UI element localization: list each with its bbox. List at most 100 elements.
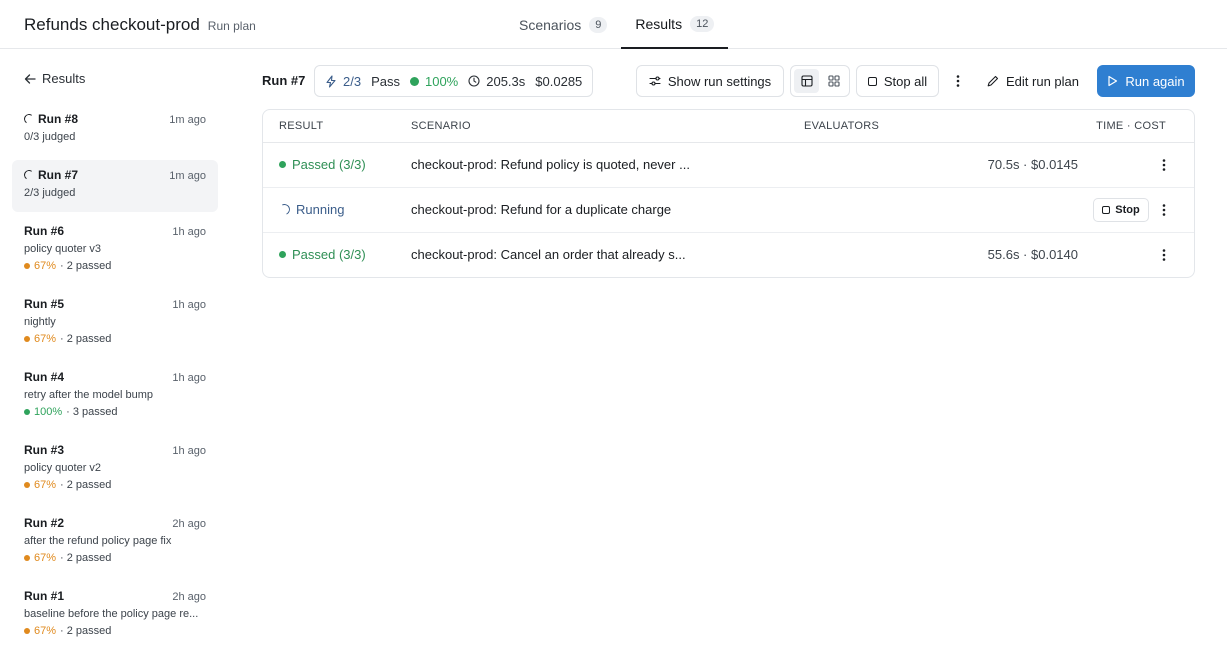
table-row[interactable]: Passed (3/3) checkout-prod: Refund polic…	[263, 143, 1194, 188]
run-toolbar: Run #7 2/3 Pass 100% 205.3s $0.0285 Show…	[262, 65, 1196, 97]
row-stop-button[interactable]: Stop	[1093, 198, 1149, 222]
run-time: 2h ago	[172, 591, 206, 603]
stop-all-button[interactable]: Stop all	[856, 65, 939, 97]
run-list: Run #8 1m ago 0/3 judged Run #7 1m ago 2…	[12, 104, 218, 654]
top-bar: Refunds checkout-prod Run plan Scenarios…	[0, 0, 1227, 49]
sliders-icon	[649, 76, 661, 86]
table-icon	[800, 75, 813, 87]
run-description: nightly	[24, 316, 56, 328]
run-item-4[interactable]: Run #4 1h ago retry after the model bump…	[12, 362, 218, 435]
run-stat: 100% · 3 passed	[24, 406, 206, 418]
run-passed-count: · 3 passed	[66, 406, 118, 418]
page-subtitle: Run plan	[207, 19, 256, 33]
clock-icon	[468, 75, 480, 87]
page-title: Refunds checkout-prod	[24, 15, 200, 34]
table-row[interactable]: Passed (3/3) checkout-prod: Cancel an or…	[263, 233, 1194, 277]
run-item-3[interactable]: Run #3 1h ago policy quoter v2 67% · 2 pa…	[12, 435, 218, 508]
kebab-icon	[1162, 249, 1166, 261]
more-options-button[interactable]	[950, 73, 966, 89]
run-cost: $0.0285	[535, 73, 583, 89]
header-evaluators: EVALUATORS	[804, 120, 880, 132]
time-cost: 70.5s · $0.0145	[987, 157, 1078, 172]
edit-run-plan-button[interactable]: Edit run plan	[978, 65, 1088, 97]
title-group: Refunds checkout-prod Run plan	[24, 15, 256, 35]
run-passed-count: · 2 passed	[60, 625, 112, 637]
run-stat: 67% · 2 passed	[24, 625, 206, 637]
kebab-icon	[956, 75, 960, 87]
pass-label: Pass	[371, 73, 400, 89]
tab-results[interactable]: Results 12	[621, 0, 729, 49]
tab-results-label: Results	[635, 15, 683, 32]
stop-square-icon	[1102, 206, 1111, 214]
run-description: policy quoter v2	[24, 462, 102, 474]
scenario-name: checkout-prod: Cancel an order that alre…	[411, 247, 686, 262]
show-run-settings-button[interactable]: Show run settings	[636, 65, 784, 97]
run-item-1[interactable]: Run #1 2h ago baseline before the policy…	[12, 581, 218, 654]
run-stat: 67% · 2 passed	[24, 260, 206, 272]
result-cell: Running	[277, 202, 344, 217]
row-more-button[interactable]	[1156, 246, 1172, 264]
run-stat: 67% · 2 passed	[24, 552, 206, 564]
header-scenario: SCENARIO	[411, 120, 471, 132]
run-stat: 67% · 2 passed	[24, 479, 206, 491]
run-again-label: Run again	[1125, 73, 1185, 89]
back-to-results-link[interactable]: Results	[24, 71, 85, 86]
bolt-icon	[326, 74, 336, 88]
run-judged: 2/3 judged	[24, 187, 76, 199]
stop-square-icon	[867, 76, 877, 86]
passed-dot-icon	[279, 251, 286, 258]
table-view-button[interactable]	[794, 69, 819, 93]
run-stat: 67% · 2 passed	[24, 333, 206, 345]
loading-spinner-icon	[277, 202, 292, 217]
loading-spinner-icon	[23, 169, 35, 181]
run-item-6[interactable]: Run #6 1h ago policy quoter v3 67% · 2 pa…	[12, 216, 218, 289]
run-item-5[interactable]: Run #5 1h ago nightly 67% · 2 passed	[12, 289, 218, 362]
run-passed-count: · 2 passed	[60, 552, 112, 564]
stop-all-label: Stop all	[883, 73, 928, 89]
tab-scenarios[interactable]: Scenarios 9	[505, 0, 621, 49]
back-label: Results	[42, 71, 86, 86]
status-dot-icon	[24, 482, 30, 488]
tab-scenarios-count: 9	[589, 16, 608, 33]
run-pass-pct: 67%	[34, 260, 57, 272]
scenario-name: checkout-prod: Refund for a duplicate ch…	[411, 202, 672, 217]
time-cost: 55.6s · $0.0140	[987, 247, 1078, 262]
scenario-name: checkout-prod: Refund policy is quoted, …	[411, 157, 690, 172]
run-pass-pct: 67%	[34, 625, 57, 637]
run-description: baseline before the policy page re...	[24, 608, 199, 620]
run-judged: 0/3 judged	[24, 131, 76, 143]
status-dot-icon	[24, 263, 30, 269]
table-row[interactable]: Running checkout-prod: Refund for a dupl…	[263, 188, 1194, 233]
run-time: 1m ago	[169, 170, 206, 182]
run-time: 1h ago	[172, 226, 206, 238]
grid-view-button[interactable]	[821, 69, 846, 93]
kebab-icon	[1162, 204, 1166, 216]
row-stop-label: Stop	[1115, 204, 1140, 216]
status-dot-icon	[24, 555, 30, 561]
run-item-7[interactable]: Run #7 1m ago 2/3 judged	[12, 160, 218, 212]
status-dot-icon	[24, 409, 30, 415]
edit-run-plan-label: Edit run plan	[1006, 73, 1079, 89]
pass-pct: 100%	[424, 73, 459, 89]
run-again-button[interactable]: Run again	[1097, 65, 1195, 97]
result-status: Passed (3/3)	[292, 157, 366, 172]
run-time: 1h ago	[172, 372, 206, 384]
result-status: Passed (3/3)	[292, 247, 366, 262]
run-time: 2h ago	[172, 518, 206, 530]
kebab-icon	[1162, 159, 1166, 171]
tab-results-count: 12	[690, 15, 715, 32]
loading-spinner-icon	[23, 113, 35, 125]
run-pass-pct: 100%	[34, 406, 63, 418]
run-item-2[interactable]: Run #2 2h ago after the refund policy pa…	[12, 508, 218, 581]
show-run-settings-label: Show run settings	[667, 73, 772, 89]
row-more-button[interactable]	[1156, 201, 1172, 219]
run-item-8[interactable]: Run #8 1m ago 0/3 judged	[12, 104, 218, 156]
run-name: Run #7	[38, 168, 79, 182]
current-run-label: Run #7	[262, 73, 306, 88]
status-dot-icon	[24, 628, 30, 634]
run-summary: 2/3 Pass 100% 205.3s $0.0285	[314, 65, 594, 97]
run-time: 1m ago	[169, 114, 206, 126]
row-more-button[interactable]	[1156, 156, 1172, 174]
tab-scenarios-label: Scenarios	[519, 16, 582, 33]
run-description: policy quoter v3	[24, 243, 102, 255]
